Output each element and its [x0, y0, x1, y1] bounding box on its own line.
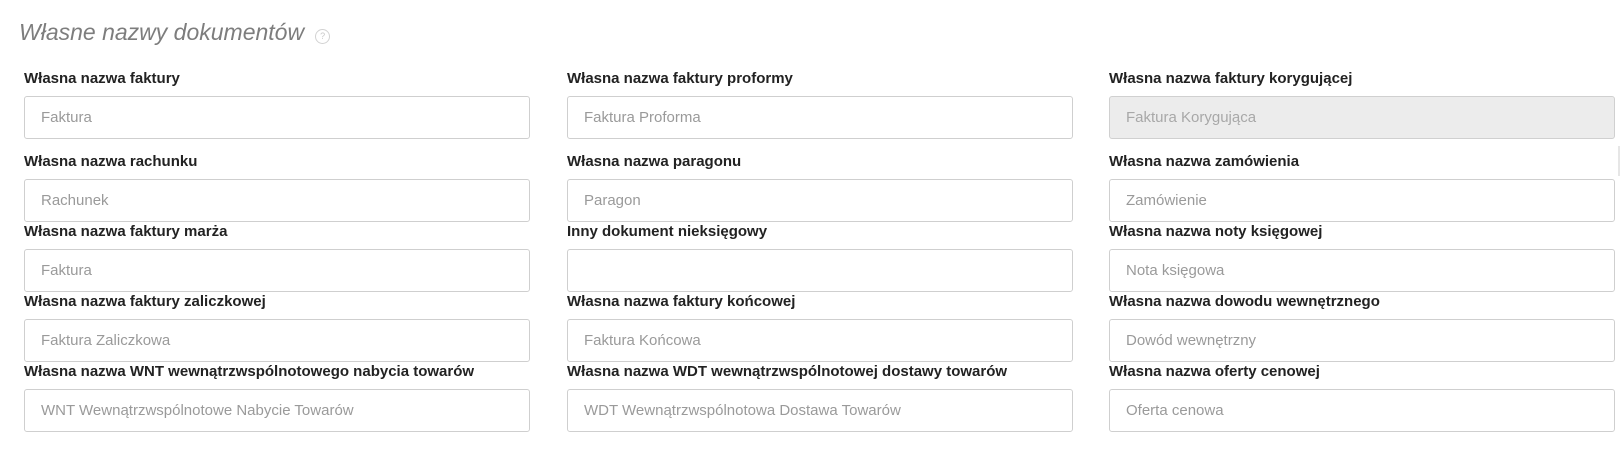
- internal-proof-name-input[interactable]: [1109, 319, 1615, 362]
- wdt-name-input[interactable]: [567, 389, 1073, 432]
- field-receipt-name: Własna nazwa paragonu: [567, 153, 1073, 222]
- field-label: Własna nazwa faktury zaliczkowej: [24, 293, 266, 310]
- field-label: Własna nazwa faktury: [24, 70, 180, 87]
- bill-name-input[interactable]: [24, 179, 530, 222]
- field-wnt-name: Własna nazwa WNT wewnątrzwspólnotowego n…: [24, 363, 530, 432]
- field-internal-proof-name: Własna nazwa dowodu wewnętrznego: [1109, 293, 1615, 362]
- section-title: Własne nazwy dokumentów: [19, 19, 305, 45]
- field-label: Własna nazwa dowodu wewnętrznego: [1109, 293, 1380, 310]
- field-label: Własna nazwa zamówienia: [1109, 153, 1300, 170]
- field-label: Własna nazwa faktury korygującej: [1109, 70, 1353, 87]
- field-order-name: Własna nazwa zamówienia: [1109, 153, 1615, 222]
- help-circle-icon[interactable]: ?: [315, 29, 331, 44]
- field-label: Własna nazwa faktury marża: [24, 223, 228, 240]
- invoice-name-input[interactable]: [24, 96, 530, 139]
- field-label: Własna nazwa faktury końcowej: [567, 293, 796, 310]
- price-offer-name-input[interactable]: [1109, 389, 1615, 432]
- advance-invoice-name-input[interactable]: [24, 319, 530, 362]
- field-label: Własna nazwa oferty cenowej: [1109, 363, 1320, 380]
- correction-name-input[interactable]: [1109, 96, 1615, 139]
- field-invoice-name: Własna nazwa faktury: [24, 70, 530, 139]
- receipt-name-input[interactable]: [567, 179, 1073, 222]
- field-correction-name: Własna nazwa faktury korygującej: [1109, 70, 1615, 139]
- field-label: Własna nazwa faktury proformy: [567, 70, 793, 87]
- field-label: Własna nazwa noty księgowej: [1109, 223, 1323, 240]
- proforma-name-input[interactable]: [567, 96, 1073, 139]
- field-label: Inny dokument nieksięgowy: [567, 223, 768, 240]
- margin-invoice-name-input[interactable]: [24, 249, 530, 292]
- other-document-input[interactable]: [567, 249, 1073, 292]
- field-final-invoice-name: Własna nazwa faktury końcowej: [567, 293, 1073, 362]
- field-price-offer-name: Własna nazwa oferty cenowej: [1109, 363, 1615, 432]
- field-wdt-name: Własna nazwa WDT wewnątrzwspólnotowej do…: [567, 363, 1073, 432]
- field-advance-invoice-name: Własna nazwa faktury zaliczkowej: [24, 293, 530, 362]
- final-invoice-name-input[interactable]: [567, 319, 1073, 362]
- field-label: Własna nazwa WNT wewnątrzwspólnotowego n…: [24, 363, 475, 380]
- field-label: Własna nazwa rachunku: [24, 153, 198, 170]
- field-margin-invoice-name: Własna nazwa faktury marża: [24, 223, 530, 292]
- order-name-input[interactable]: [1109, 179, 1615, 222]
- field-other-document: Inny dokument nieksięgowy: [567, 223, 1073, 292]
- accounting-note-name-input[interactable]: [1109, 249, 1615, 292]
- wnt-name-input[interactable]: [24, 389, 530, 432]
- field-label: Własna nazwa WDT wewnątrzwspólnotowej do…: [567, 363, 1008, 380]
- field-bill-name: Własna nazwa rachunku: [24, 153, 530, 222]
- section-header: Własne nazwy dokumentów ?: [19, 18, 331, 46]
- field-accounting-note-name: Własna nazwa noty księgowej: [1109, 223, 1615, 292]
- field-proforma-name: Własna nazwa faktury proformy: [567, 70, 1073, 139]
- field-label: Własna nazwa paragonu: [567, 153, 742, 170]
